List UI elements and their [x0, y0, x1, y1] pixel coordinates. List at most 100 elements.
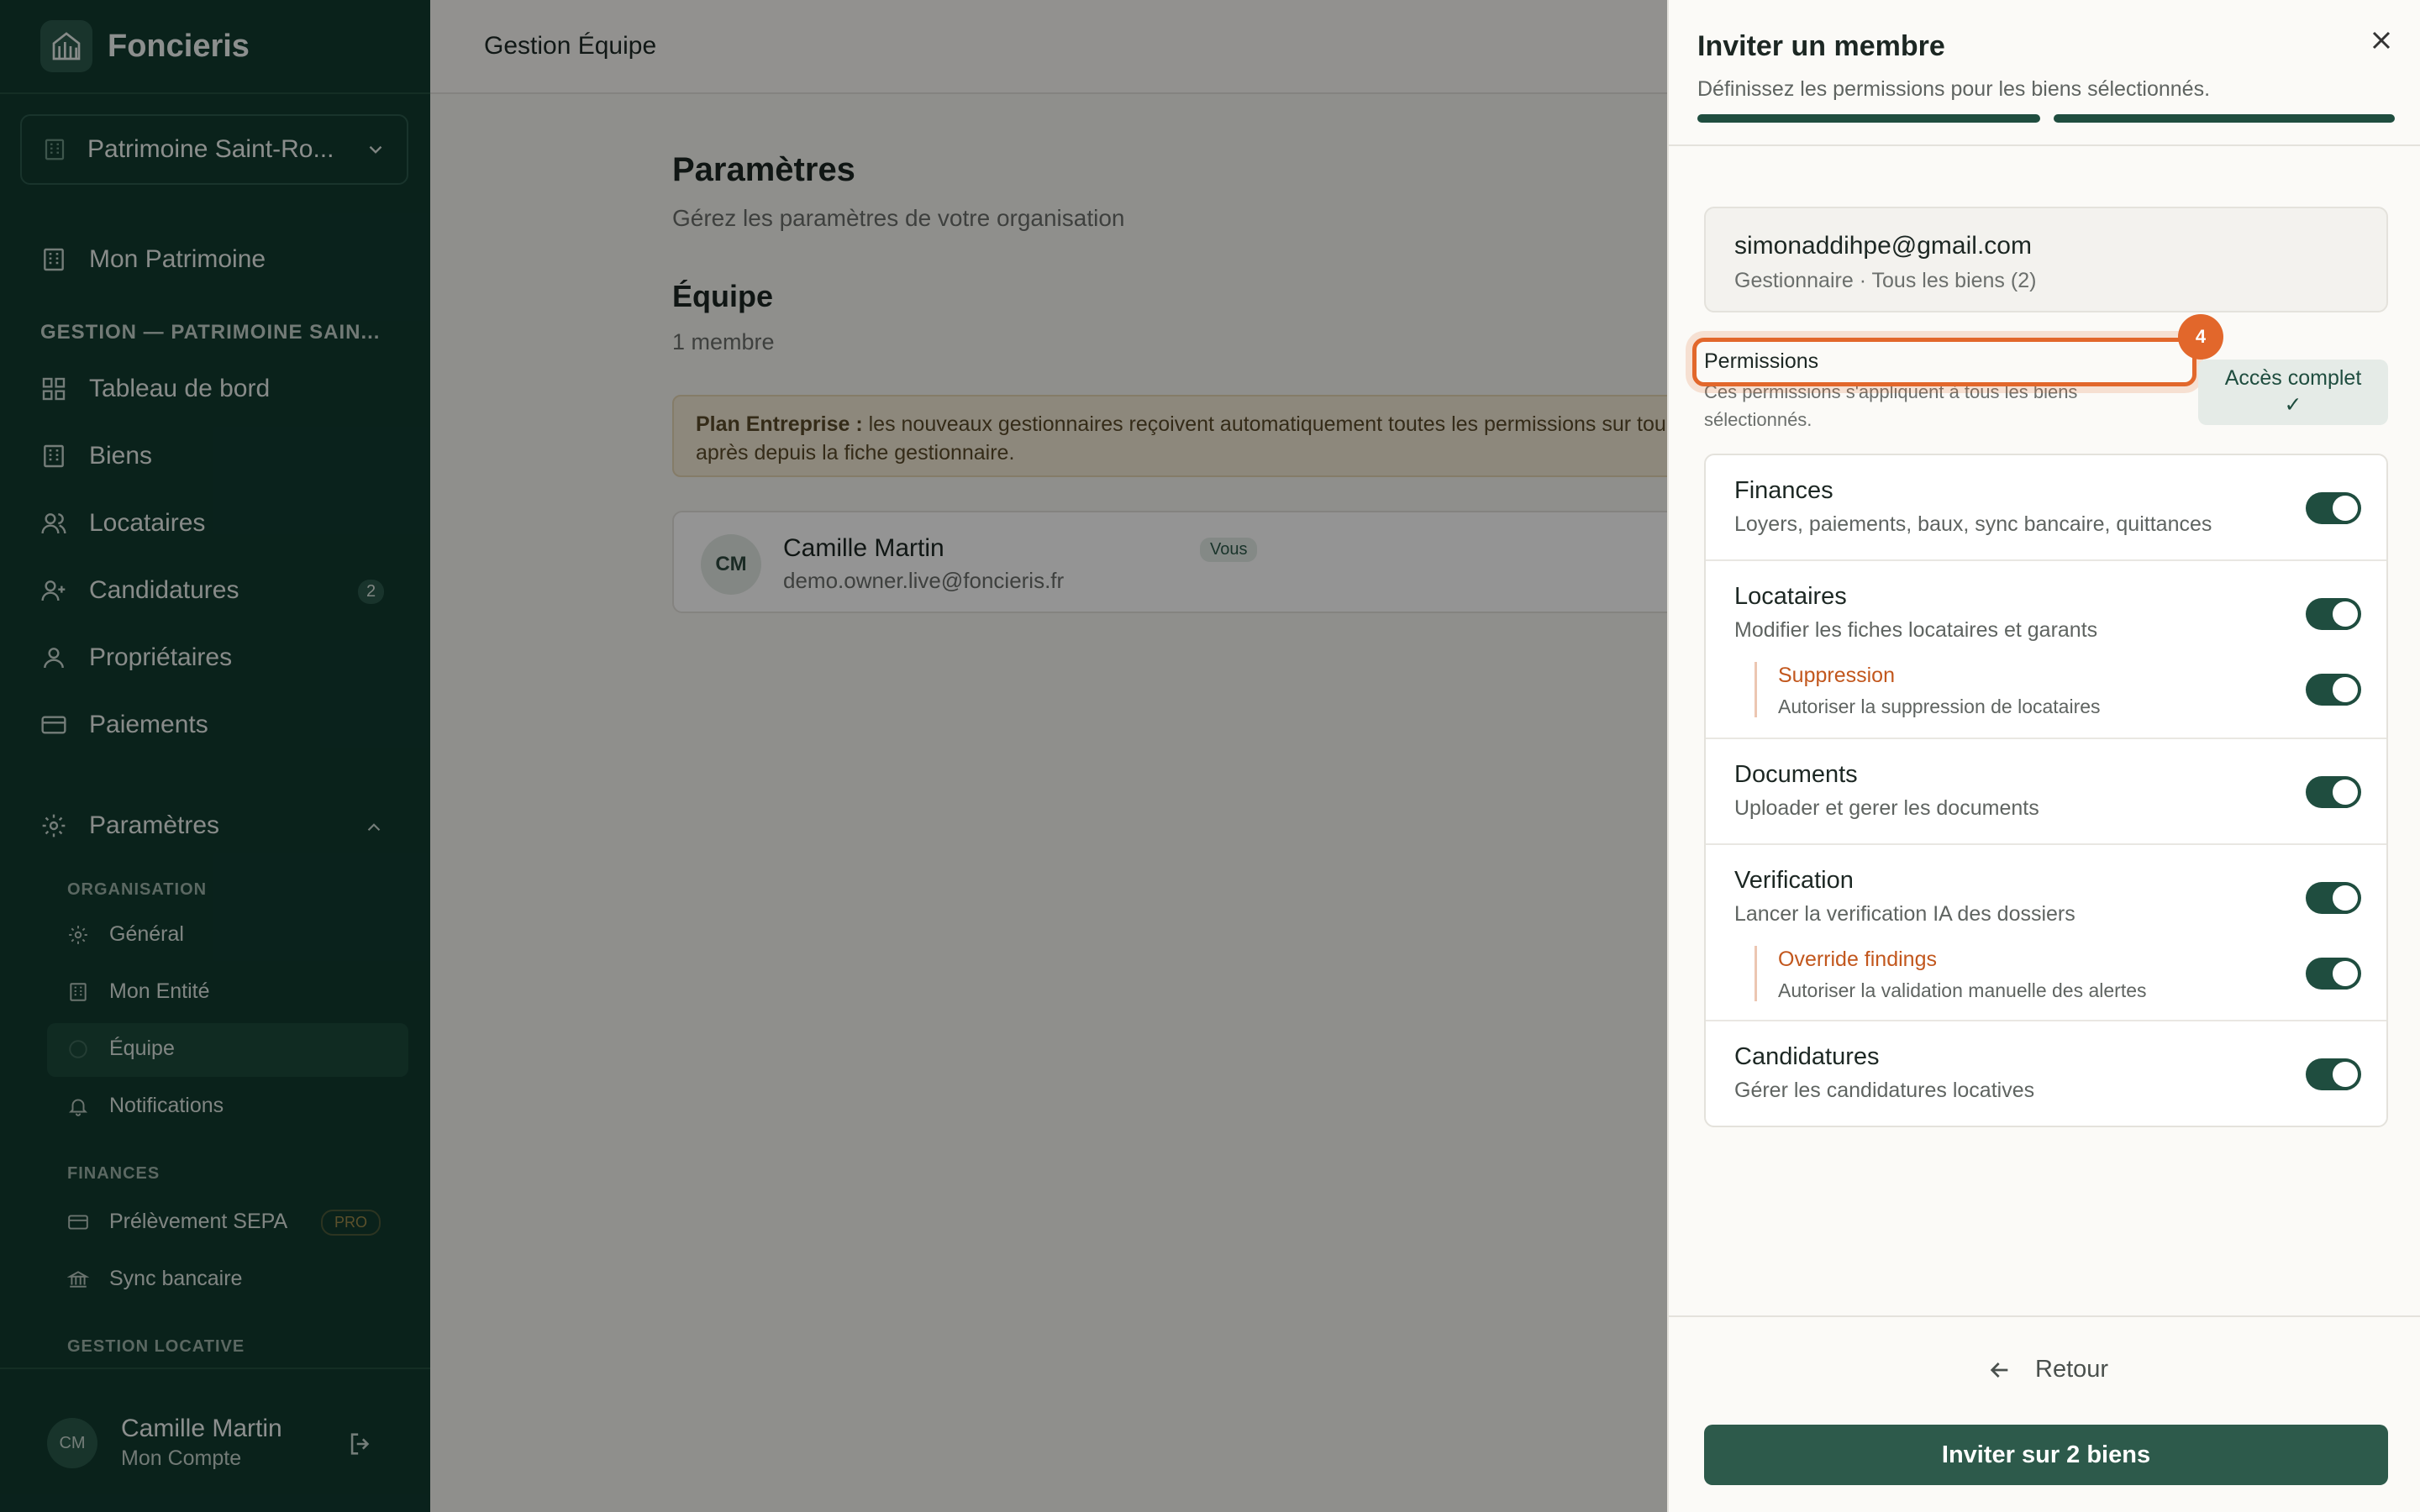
- user-icon: [44, 648, 64, 669]
- close-icon[interactable]: [2366, 25, 2396, 55]
- member-name: Camille Martin: [783, 534, 944, 562]
- notice-text: les nouveaux gestionnaires reçoivent aut…: [862, 412, 1666, 436]
- back-button[interactable]: Retour: [1986, 1356, 2108, 1383]
- locataires-toggle[interactable]: [2306, 598, 2361, 630]
- documents-toggle[interactable]: [2306, 776, 2361, 808]
- sidebar-item-sync-bancaire[interactable]: Sync bancaire: [67, 1267, 242, 1291]
- permission-title: Locataires: [1734, 583, 1847, 610]
- invitee-summary-card: simonaddihpe@gmail.com Gestionnaire · To…: [1704, 207, 2388, 312]
- sidebar-item-label: Mon Patrimoine: [89, 245, 266, 273]
- invitee-email: simonaddihpe@gmail.com: [1734, 232, 2032, 260]
- sidebar-item-parametres[interactable]: Paramètres: [40, 811, 219, 840]
- drawer-divider: [1669, 144, 2420, 146]
- sidebar-item-candidatures[interactable]: Candidatures: [40, 576, 239, 605]
- sidebar-item-proprietaires[interactable]: Propriétaires: [40, 643, 232, 672]
- permission-desc: Modifier les fiches locataires et garant…: [1734, 618, 2098, 642]
- permission-row-verification: Verification Lancer la verification IA d…: [1706, 845, 2386, 1021]
- override-findings-toggle[interactable]: [2306, 958, 2361, 990]
- sub-permission-bar: [1754, 662, 1757, 717]
- back-label: Retour: [2035, 1356, 2109, 1383]
- sidebar-item-mon-entite[interactable]: Mon Entité: [67, 979, 210, 1004]
- permissions-list: Finances Loyers, paiements, baux, sync b…: [1704, 454, 2388, 1127]
- drawer-subtitle: Définissez les permissions pour les bien…: [1697, 77, 2211, 101]
- bell-icon: [68, 1098, 88, 1116]
- sidebar-item-tableau-de-bord[interactable]: Tableau de bord: [40, 375, 270, 403]
- building-icon: [70, 982, 87, 1001]
- permission-desc: Uploader et gerer les documents: [1734, 796, 2039, 820]
- team-title: Équipe: [672, 279, 774, 313]
- section-title-organisation: ORGANISATION: [67, 880, 208, 899]
- sidebar-item-locataires[interactable]: Locataires: [40, 509, 205, 538]
- candidatures-count-badge: 2: [358, 580, 385, 604]
- logout-icon[interactable]: [346, 1430, 375, 1458]
- full-access-label: Accès complet: [2224, 366, 2362, 390]
- permission-row-locataires: Locataires Modifier les fiches locataire…: [1706, 561, 2386, 739]
- sidebar-item-biens[interactable]: Biens: [40, 442, 152, 470]
- pro-badge: PRO: [321, 1210, 381, 1236]
- permission-row-finances: Finances Loyers, paiements, baux, sync b…: [1706, 455, 2386, 561]
- team-count: 1 membre: [672, 329, 775, 354]
- sidebar-item-equipe[interactable]: Équipe: [67, 1037, 175, 1061]
- invite-submit-button[interactable]: Inviter sur 2 biens: [1704, 1425, 2388, 1485]
- full-access-button[interactable]: Accès complet ✓: [2198, 360, 2388, 425]
- sidebar-item-label: Paiements: [89, 711, 208, 738]
- avatar: CM: [701, 534, 761, 595]
- sub-permission-desc: Autoriser la validation manuelle des ale…: [1778, 979, 2147, 1001]
- user-account-block[interactable]: CM Camille Martin Mon Compte: [0, 1368, 430, 1512]
- sidebar-item-notifications[interactable]: Notifications: [67, 1094, 224, 1118]
- sidebar-item-label: Prélèvement SEPA: [109, 1210, 288, 1233]
- sidebar-item-label: Locataires: [89, 509, 206, 537]
- chevron-up-icon[interactable]: [363, 816, 385, 838]
- org-selector[interactable]: Patrimoine Saint-Ro...: [20, 114, 408, 185]
- sidebar-item-label: Équipe: [109, 1037, 175, 1060]
- sidebar-item-label: Sync bancaire: [109, 1267, 243, 1290]
- sidebar-item-label: Tableau de bord: [89, 375, 271, 402]
- permission-title: Documents: [1734, 761, 1858, 788]
- app-logo[interactable]: Foncieris: [40, 20, 250, 72]
- page-breadcrumb: Gestion Équipe: [484, 32, 657, 60]
- building-icon: [44, 248, 64, 271]
- sidebar-item-paiements[interactable]: Paiements: [40, 711, 208, 739]
- candidatures-toggle[interactable]: [2306, 1058, 2361, 1090]
- invite-member-drawer: Inviter un membre Définissez les permiss…: [1667, 0, 2420, 1512]
- permissions-label: Permissions: [1704, 349, 1819, 373]
- logo-icon: [40, 20, 92, 72]
- user-plus-icon: [41, 580, 66, 601]
- section-title-finances: FINANCES: [67, 1164, 160, 1183]
- permission-title: Candidatures: [1734, 1043, 1880, 1070]
- verification-toggle[interactable]: [2306, 882, 2361, 914]
- page-subtitle: Gérez les paramètres de votre organisati…: [672, 205, 1125, 231]
- sidebar-item-mon-patrimoine[interactable]: Mon Patrimoine: [40, 245, 266, 274]
- finances-toggle[interactable]: [2306, 492, 2361, 524]
- sidebar-item-label: Biens: [89, 442, 153, 470]
- permission-desc: Loyers, paiements, baux, sync bancaire, …: [1734, 512, 2212, 536]
- org-name: Patrimoine Saint-Ro...: [87, 135, 334, 163]
- progress-step-1: [1697, 114, 2040, 123]
- sidebar-item-label: Notifications: [109, 1094, 224, 1117]
- permission-title: Finances: [1734, 477, 1833, 504]
- sub-permission-title: Suppression: [1778, 664, 1895, 687]
- gear-icon: [69, 925, 87, 944]
- sidebar-item-label: Candidatures: [89, 576, 239, 604]
- permission-desc: Lancer la verification IA des dossiers: [1734, 902, 2075, 926]
- sub-permission-bar: [1754, 946, 1757, 1001]
- sidebar-item-prelevement-sepa[interactable]: Prélèvement SEPA: [67, 1210, 287, 1234]
- you-badge: Vous: [1200, 538, 1258, 562]
- notice-text-line2: après depuis la fiche gestionnaire.: [696, 441, 1015, 465]
- footer-divider: [1669, 1315, 2420, 1317]
- sidebar-item-label: Général: [109, 922, 184, 946]
- card-icon: [68, 1214, 88, 1230]
- section-title-gestion: GESTION — PATRIMOINE SAIN...: [40, 321, 381, 344]
- avatar: CM: [47, 1418, 97, 1468]
- sidebar: Foncieris Patrimoine Saint-Ro... Mon Pat…: [0, 0, 430, 1512]
- building-icon: [45, 139, 65, 160]
- app-name: Foncieris: [108, 28, 250, 64]
- card-icon: [41, 716, 66, 734]
- arrow-left-icon: [1990, 1362, 2008, 1378]
- check-icon: ✓: [2284, 393, 2302, 417]
- step-badge: 4: [2178, 314, 2223, 360]
- sidebar-item-general[interactable]: Général: [67, 922, 184, 947]
- suppression-toggle[interactable]: [2306, 674, 2361, 706]
- sidebar-divider: [0, 92, 430, 94]
- progress-step-2: [2054, 114, 2395, 123]
